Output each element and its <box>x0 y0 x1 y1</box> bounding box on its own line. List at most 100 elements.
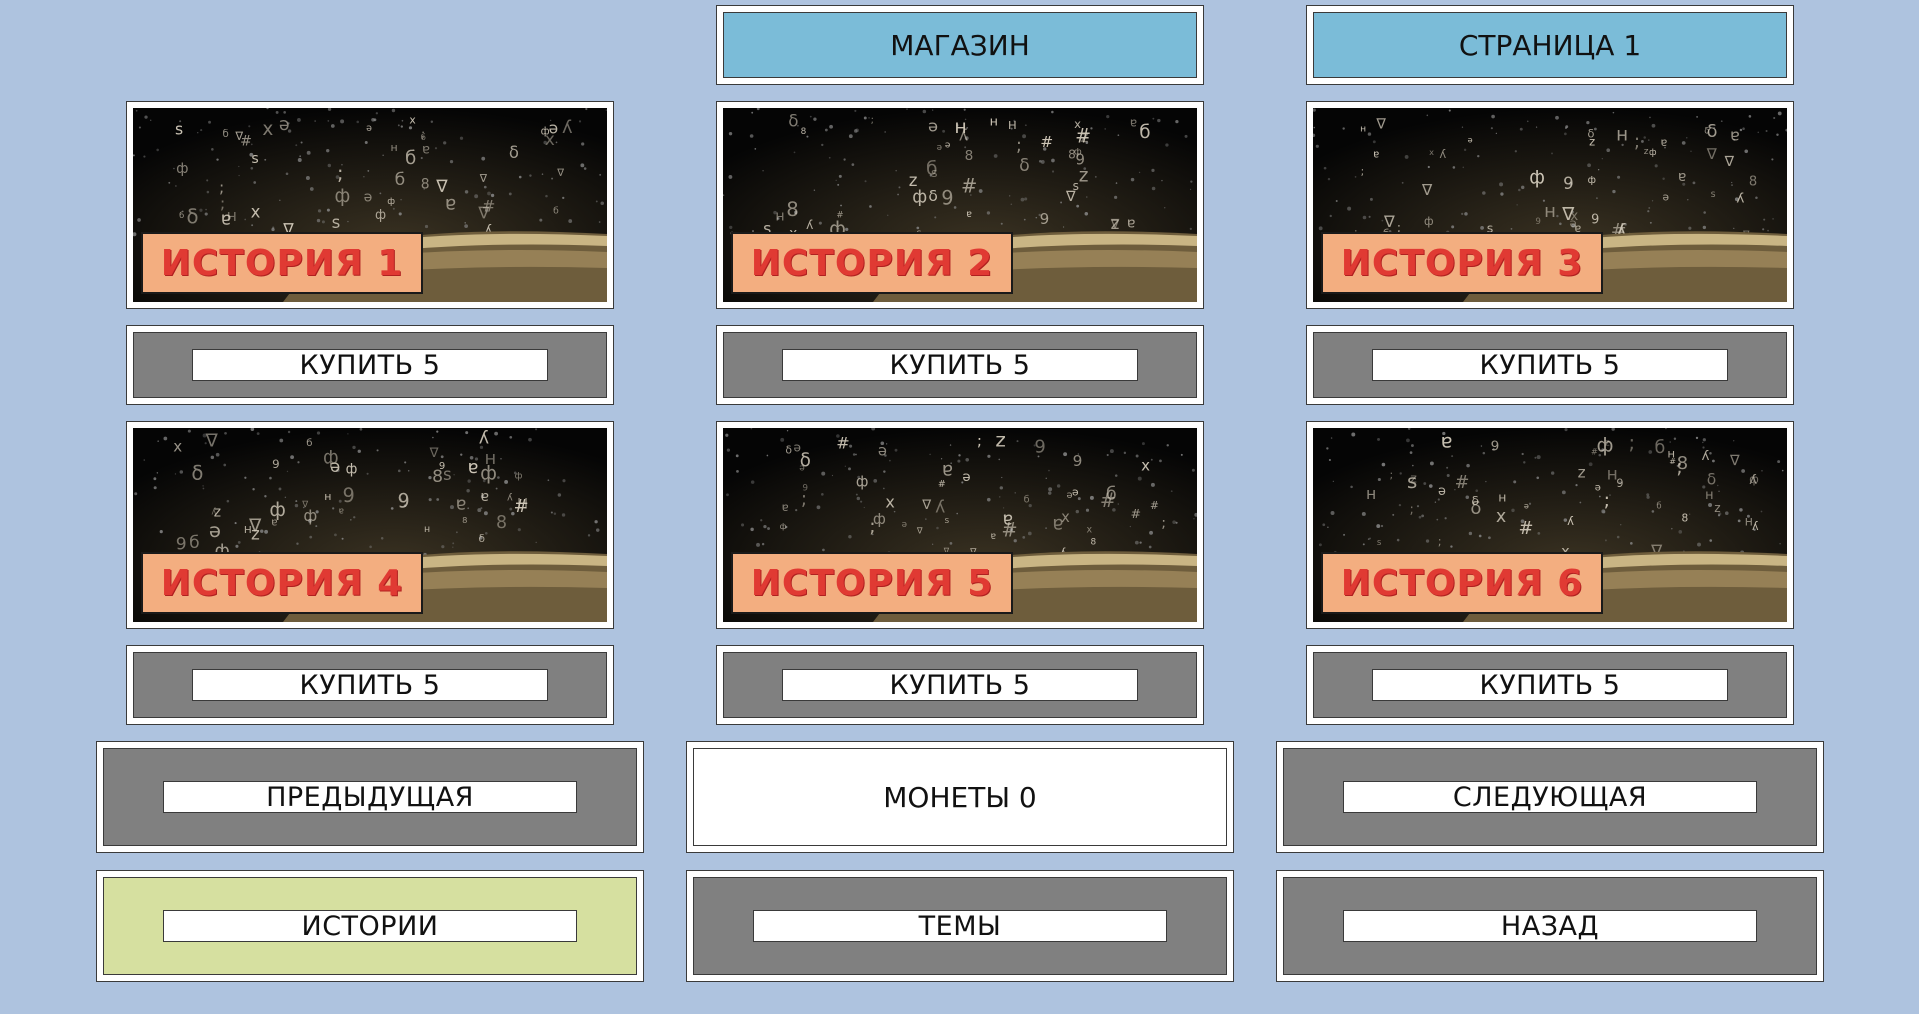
svg-text:δ: δ <box>478 532 485 545</box>
story-card-3[interactable]: ;9zнʎʎ∇xδʎz9ɐфɐsфxs∇ɐɐ#;∇ǝǝ∇н;ɐ∇∇фδф;ɐб∇… <box>1306 101 1794 309</box>
buy-story-5-button[interactable]: КУПИТЬ 5 <box>716 645 1204 725</box>
svg-text:ǝ: ǝ <box>937 143 942 153</box>
svg-text:;: ; <box>1634 132 1640 153</box>
buy-story-1-button[interactable]: КУПИТЬ 5 <box>126 325 614 405</box>
svg-text:ф: ф <box>856 473 869 490</box>
svg-text:#: # <box>1455 473 1470 493</box>
coins-counter: МОНЕТЫ 0 <box>883 780 1037 814</box>
page-indicator: СТРАНИЦА 1 <box>1458 28 1642 62</box>
svg-text:б: б <box>926 158 938 179</box>
buy-story-6-button[interactable]: КУПИТЬ 5 <box>1306 645 1794 725</box>
svg-text:ǝ: ǝ <box>1438 484 1446 499</box>
svg-text:ɐ: ɐ <box>1730 125 1740 144</box>
story-card-4[interactable]: ∇нɐ889∇фδ∇9ɐб#фʎzфнsz9фxфн9ʎф9∇нɐδб8ǝǝɐʎ… <box>126 421 614 629</box>
svg-text:ʎ: ʎ <box>211 506 216 516</box>
svg-text:ɐ: ɐ <box>1661 135 1668 149</box>
svg-text:x: x <box>1141 456 1150 474</box>
svg-text:9: 9 <box>1034 437 1045 458</box>
story-card-5[interactable]: #фǝɐxǝǝ8;бxɐ∇xʎ#δ#99#∇бʎz;∇ɐǝ#ǝɐ;sǝ#∇ф;9… <box>716 421 1204 629</box>
stories-tab-button[interactable]: ИСТОРИИ <box>96 870 644 982</box>
svg-text:ǝ: ǝ <box>878 442 887 459</box>
svg-text:ʎ: ʎ <box>806 217 813 232</box>
svg-text:∇: ∇ <box>429 446 439 461</box>
svg-text:ф: ф <box>335 186 351 207</box>
svg-text:ɐ: ɐ <box>445 193 456 215</box>
svg-text:∇: ∇ <box>479 172 488 185</box>
svg-text:ǝ: ǝ <box>1524 501 1529 511</box>
svg-text:δ: δ <box>785 443 792 456</box>
svg-text:ф: ф <box>515 471 523 481</box>
svg-text:ф: ф <box>176 161 188 177</box>
story-card-1[interactable]: ǝx∇ssǝфɐфн;ббxфʎ;#∇∇xб∇#фδʎɐ;δбб8∇нб∇;;ɐ… <box>126 101 614 309</box>
svg-text:8: 8 <box>786 198 799 221</box>
svg-text:н: н <box>1366 484 1376 503</box>
svg-text:∇: ∇ <box>921 498 931 513</box>
svg-text:б: б <box>189 533 200 553</box>
svg-text:ʎ: ʎ <box>935 497 945 517</box>
svg-text:ф: ф <box>912 188 927 208</box>
svg-text:8: 8 <box>496 513 507 533</box>
svg-text:z: z <box>995 428 1005 451</box>
svg-text:ǝ: ǝ <box>928 116 938 135</box>
svg-text:ɐ: ɐ <box>1052 514 1063 535</box>
story-card-6[interactable]: ;нǝнδ9ф∇б;8бʎн#;ʎ8xzs;;ǝǝxнzδ##нʎz9н∇#фɐ… <box>1306 421 1794 629</box>
back-button[interactable]: НАЗАД <box>1276 870 1824 982</box>
svg-text:ǝ: ǝ <box>799 464 805 474</box>
svg-text:∇: ∇ <box>1729 453 1740 469</box>
svg-text:ʎ: ʎ <box>1736 191 1744 207</box>
svg-text:;: ; <box>977 432 982 450</box>
svg-text:x: x <box>1496 507 1506 527</box>
svg-text:s: s <box>175 120 183 139</box>
story-title: ИСТОРИЯ 6 <box>1321 552 1603 614</box>
buy-label: КУПИТЬ 5 <box>192 669 548 701</box>
story-title: ИСТОРИЯ 4 <box>141 552 423 614</box>
svg-text:#: # <box>961 174 977 197</box>
svg-text:9: 9 <box>1040 210 1050 228</box>
svg-text:ф: ф <box>1424 215 1434 228</box>
next-label: СЛЕДУЮЩАЯ <box>1343 781 1757 813</box>
svg-text:9: 9 <box>439 461 445 472</box>
svg-text:ɐ: ɐ <box>1441 430 1453 453</box>
svg-text:ɐ: ɐ <box>1373 150 1379 161</box>
buy-story-3-button[interactable]: КУПИТЬ 5 <box>1306 325 1794 405</box>
story-card-2[interactable]: 9sнʎ8;δ8x#фǝ∇ɐ∇;ф#xδsнzнǝɐ9z8zнб9zбʎ#фǝs… <box>716 101 1204 309</box>
buy-label: КУПИТЬ 5 <box>782 349 1138 381</box>
svg-text:#: # <box>836 433 850 452</box>
svg-text:;: ; <box>1676 455 1683 478</box>
svg-text:ǝ: ǝ <box>1662 190 1669 203</box>
svg-text:∇: ∇ <box>1421 181 1433 199</box>
svg-text:;: ; <box>801 489 807 510</box>
svg-text:ǝ: ǝ <box>364 190 373 206</box>
svg-text:#: # <box>1100 489 1116 512</box>
buy-story-4-button[interactable]: КУПИТЬ 5 <box>126 645 614 725</box>
svg-text:ǝ: ǝ <box>945 140 950 150</box>
svg-text:#: # <box>938 479 946 490</box>
svg-text:∇: ∇ <box>1375 116 1386 132</box>
svg-text:s: s <box>1711 189 1716 200</box>
svg-text:ɐ: ɐ <box>1130 115 1137 129</box>
svg-text:ǝ: ǝ <box>962 470 970 485</box>
svg-text:ф: ф <box>1529 168 1545 189</box>
svg-text:;: ; <box>337 161 344 184</box>
svg-text:s: s <box>251 151 258 167</box>
story-title: ИСТОРИЯ 5 <box>731 552 1013 614</box>
buy-story-2-button[interactable]: КУПИТЬ 5 <box>716 325 1204 405</box>
svg-text:δ: δ <box>1470 498 1481 519</box>
previous-page-button[interactable]: ПРЕДЫДУЩАЯ <box>96 741 644 853</box>
svg-text:9: 9 <box>1491 438 1500 454</box>
svg-text:#: # <box>1150 500 1159 512</box>
svg-text:ʎ: ʎ <box>1567 514 1574 528</box>
svg-text:н: н <box>1616 125 1628 146</box>
svg-text:б: б <box>395 170 406 190</box>
svg-text:н: н <box>1705 488 1713 503</box>
svg-text:δ: δ <box>1704 126 1709 136</box>
svg-text:8: 8 <box>1068 147 1076 161</box>
svg-text:z: z <box>1111 214 1120 233</box>
story-title: ИСТОРИЯ 3 <box>1321 232 1603 294</box>
svg-text:8: 8 <box>1681 512 1688 524</box>
svg-text:ɐ: ɐ <box>480 489 489 505</box>
svg-text:x: x <box>1087 525 1093 536</box>
buy-label: КУПИТЬ 5 <box>1372 669 1728 701</box>
next-page-button[interactable]: СЛЕДУЮЩАЯ <box>1276 741 1824 853</box>
themes-tab-button[interactable]: ТЕМЫ <box>686 870 1234 982</box>
